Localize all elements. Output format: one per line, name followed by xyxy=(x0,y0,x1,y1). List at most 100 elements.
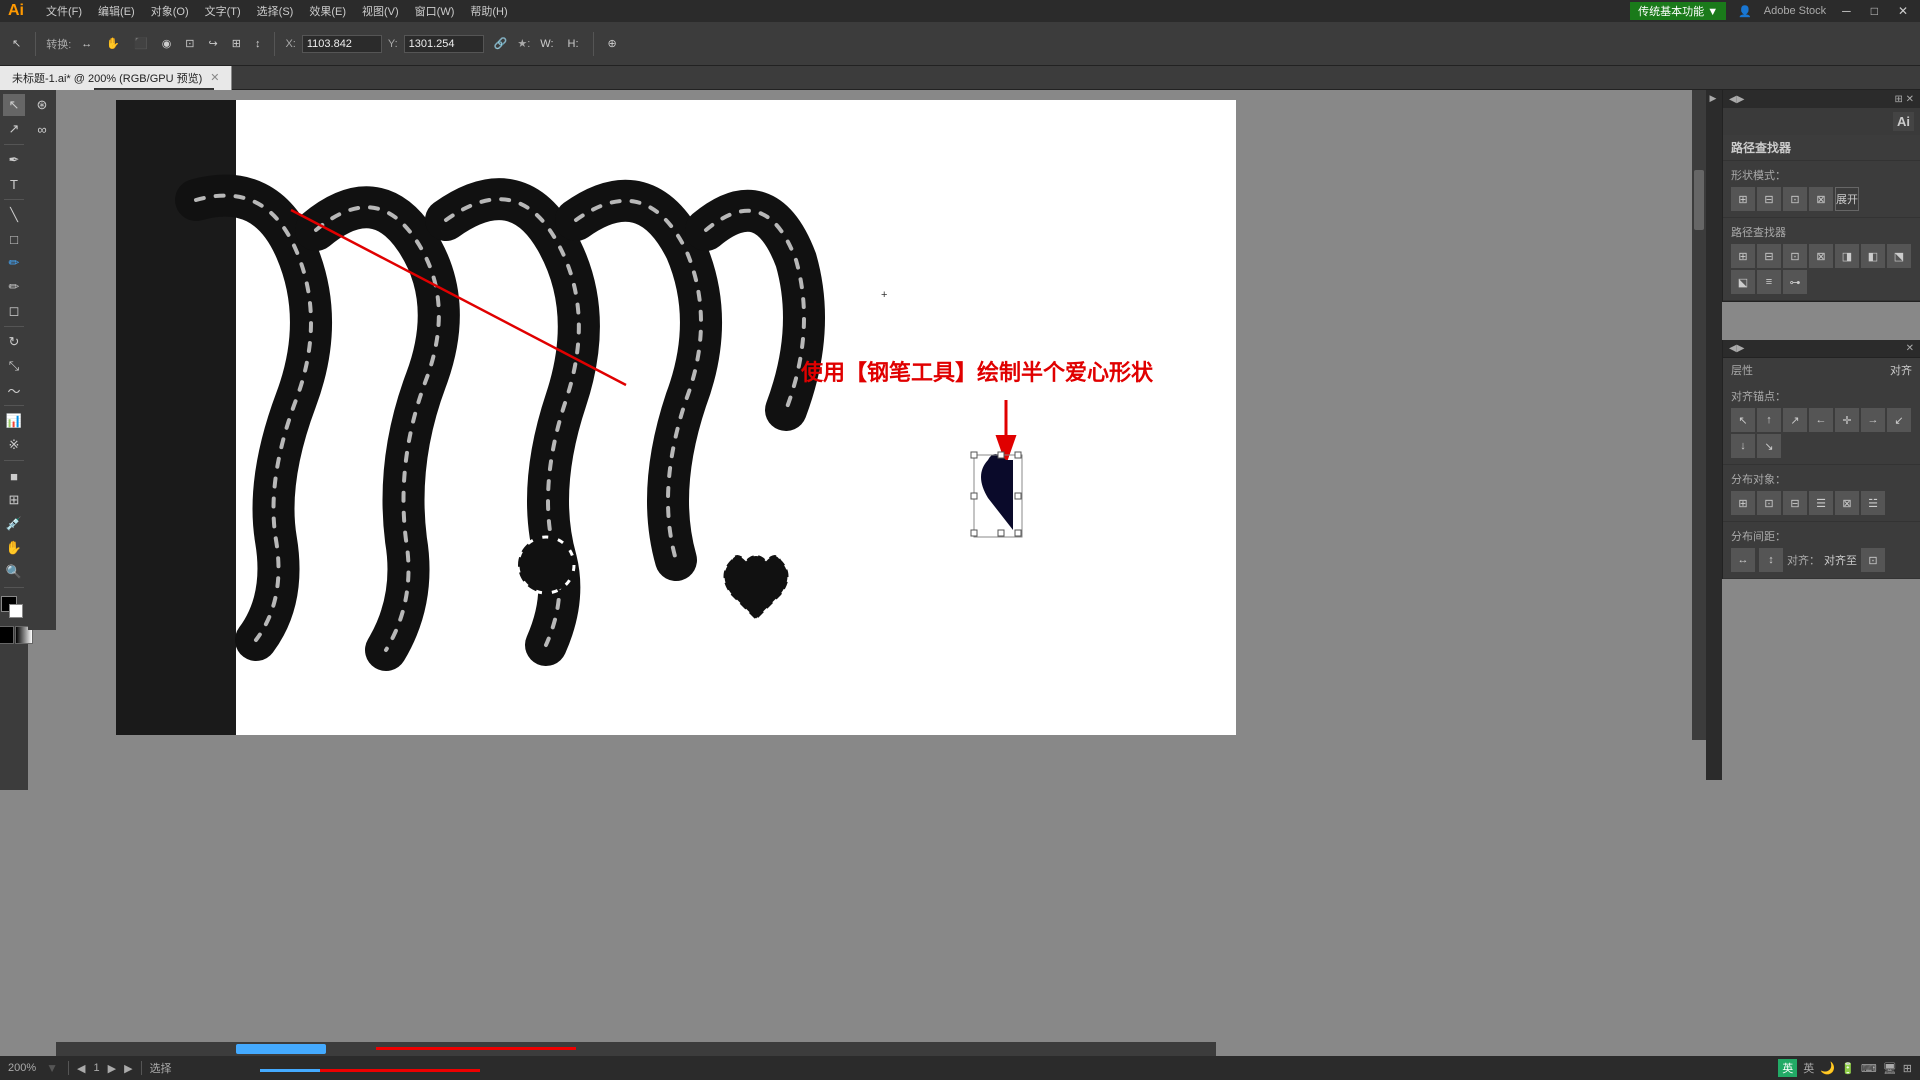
transform-btn-7[interactable]: ↕ xyxy=(251,36,265,52)
right-mini-panel-arrows[interactable]: ◀▶ xyxy=(1729,94,1744,105)
hand-tool[interactable]: ✋ xyxy=(3,537,25,559)
pf-btn-4[interactable]: ⊠ xyxy=(1809,244,1833,268)
shape-expand-btn[interactable]: 展开 xyxy=(1835,187,1859,211)
align-br[interactable]: ↘ xyxy=(1757,434,1781,458)
warp-tool[interactable]: 〜 xyxy=(3,379,25,401)
minimize-button[interactable]: ─ xyxy=(1838,4,1855,18)
h-btn[interactable]: H: xyxy=(564,36,583,52)
transform-btn-1[interactable]: ↔ xyxy=(77,36,96,52)
pf-btn-10[interactable]: ⊶ xyxy=(1783,270,1807,294)
shape-exclude-btn[interactable]: ⊠ xyxy=(1809,187,1833,211)
document-tab[interactable]: 未标题-1.ai* @ 200% (RGB/GPU 预览) ✕ xyxy=(0,66,232,90)
align-mr[interactable]: → xyxy=(1861,408,1885,432)
dist-space-expand[interactable]: ⊡ xyxy=(1861,548,1885,572)
align-tr[interactable]: ↗ xyxy=(1783,408,1807,432)
mesh-tool[interactable]: ⊞ xyxy=(3,489,25,511)
pf-btn-7[interactable]: ⬔ xyxy=(1887,244,1911,268)
prev-page-btn[interactable]: ◀ xyxy=(77,1062,85,1075)
x-input[interactable] xyxy=(302,35,382,53)
next-page-btn[interactable]: ▶ xyxy=(108,1062,116,1075)
transform-btn-2[interactable]: ✋ xyxy=(102,35,124,52)
menu-help[interactable]: 帮助(H) xyxy=(470,3,507,19)
dist-btn-3[interactable]: ⊟ xyxy=(1783,491,1807,515)
grid-icon[interactable]: ⊞ xyxy=(1903,1062,1912,1075)
menu-effect[interactable]: 效果(E) xyxy=(309,3,346,19)
dist-space-h[interactable]: ↔ xyxy=(1731,548,1755,572)
pf-btn-8[interactable]: ⬕ xyxy=(1731,270,1755,294)
background-color[interactable] xyxy=(9,604,23,618)
menu-view[interactable]: 视图(V) xyxy=(362,3,399,19)
dist-btn-5[interactable]: ⊠ xyxy=(1835,491,1859,515)
transform-btn-5[interactable]: ↪ xyxy=(205,35,222,52)
ai-icon-btn[interactable]: Ai xyxy=(1893,112,1914,131)
eraser-tool[interactable]: ◻ xyxy=(3,300,25,322)
shape-unite-btn[interactable]: ⊞ xyxy=(1731,187,1755,211)
align-ml[interactable]: ← xyxy=(1809,408,1833,432)
align-tool-btn[interactable]: ⊕ xyxy=(604,35,621,52)
align-tl[interactable]: ↖ xyxy=(1731,408,1755,432)
transform-btn-4[interactable]: ⊡ xyxy=(181,35,198,52)
h-scroll-thumb[interactable] xyxy=(236,1044,326,1054)
y-input[interactable] xyxy=(404,35,484,53)
ime-icon[interactable]: 英 xyxy=(1803,1060,1814,1076)
select-tool[interactable]: ↖ xyxy=(3,94,25,116)
menu-text[interactable]: 文字(T) xyxy=(205,3,241,19)
graph-tool[interactable]: 📊 xyxy=(3,410,25,432)
menu-edit[interactable]: 编辑(E) xyxy=(98,3,135,19)
rotate-tool[interactable]: ↻ xyxy=(3,331,25,353)
lasso-tool[interactable]: ∞ xyxy=(31,118,53,140)
v-scrollbar[interactable] xyxy=(1692,90,1706,740)
none-swatch[interactable] xyxy=(0,626,14,644)
align-bc[interactable]: ↓ xyxy=(1731,434,1755,458)
toolbar-select-tool[interactable]: ↖ xyxy=(8,35,25,52)
maximize-button[interactable]: □ xyxy=(1867,4,1882,18)
h-scrollbar[interactable] xyxy=(56,1042,1216,1056)
scale-tool[interactable]: ⤡ xyxy=(3,355,25,377)
rect-tool[interactable]: □ xyxy=(3,228,25,250)
link-xy-btn[interactable]: 🔗 xyxy=(490,35,512,52)
align-panel-arrows[interactable]: ◀▶ xyxy=(1729,343,1744,354)
menu-file[interactable]: 文件(F) xyxy=(46,3,82,19)
line-tool[interactable]: ╲ xyxy=(3,204,25,226)
pf-btn-6[interactable]: ◧ xyxy=(1861,244,1885,268)
zoom-tool[interactable]: 🔍 xyxy=(3,561,25,583)
magic-wand-tool[interactable]: ⊛ xyxy=(31,94,53,116)
w-btn[interactable]: W: xyxy=(536,36,557,52)
pen-tool[interactable]: ✒ xyxy=(3,149,25,171)
align-tc[interactable]: ↑ xyxy=(1757,408,1781,432)
brush-tool[interactable]: ✏ xyxy=(3,252,25,274)
menu-select[interactable]: 选择(S) xyxy=(257,3,294,19)
dist-btn-1[interactable]: ⊞ xyxy=(1731,491,1755,515)
eyedropper-tool[interactable]: 💉 xyxy=(3,513,25,535)
shape-intersect-btn[interactable]: ⊡ xyxy=(1783,187,1807,211)
right-edge-icon-1[interactable]: ▶ xyxy=(1709,94,1719,104)
user-icon[interactable]: 👤 xyxy=(1738,5,1752,18)
symbol-tool[interactable]: ※ xyxy=(3,434,25,456)
direct-select-tool[interactable]: ↗ xyxy=(3,118,25,140)
align-bl[interactable]: ↙ xyxy=(1887,408,1911,432)
pencil-tool[interactable]: ✏ xyxy=(3,276,25,298)
transform-btn-3[interactable]: ⬛ xyxy=(130,35,152,52)
dist-btn-6[interactable]: ☱ xyxy=(1861,491,1885,515)
v-scroll-thumb[interactable] xyxy=(1694,170,1704,230)
pf-btn-3[interactable]: ⊡ xyxy=(1783,244,1807,268)
align-mc[interactable]: ✛ xyxy=(1835,408,1859,432)
tab-close[interactable]: ✕ xyxy=(210,71,219,84)
lang-indicator[interactable]: 英 xyxy=(1778,1059,1797,1077)
dist-btn-4[interactable]: ☰ xyxy=(1809,491,1833,515)
menu-window[interactable]: 窗口(W) xyxy=(415,3,455,19)
close-button[interactable]: ✕ xyxy=(1894,4,1912,18)
shape-minus-btn[interactable]: ⊟ xyxy=(1757,187,1781,211)
play-btn[interactable]: ▶ xyxy=(124,1062,132,1075)
dist-btn-2[interactable]: ⊡ xyxy=(1757,491,1781,515)
transform-btn-6[interactable]: ⊞ xyxy=(228,35,245,52)
pf-btn-1[interactable]: ⊞ xyxy=(1731,244,1755,268)
zoom-dropdown-btn[interactable]: ▼ xyxy=(46,1061,58,1075)
menu-object[interactable]: 对象(O) xyxy=(151,3,189,19)
pf-btn-9[interactable]: ≡ xyxy=(1757,270,1781,294)
anchor-btn[interactable]: ◉ xyxy=(158,35,176,52)
dist-space-v[interactable]: ↕ xyxy=(1759,548,1783,572)
pf-btn-5[interactable]: ◨ xyxy=(1835,244,1859,268)
pf-btn-2[interactable]: ⊟ xyxy=(1757,244,1781,268)
type-tool[interactable]: T xyxy=(3,173,25,195)
